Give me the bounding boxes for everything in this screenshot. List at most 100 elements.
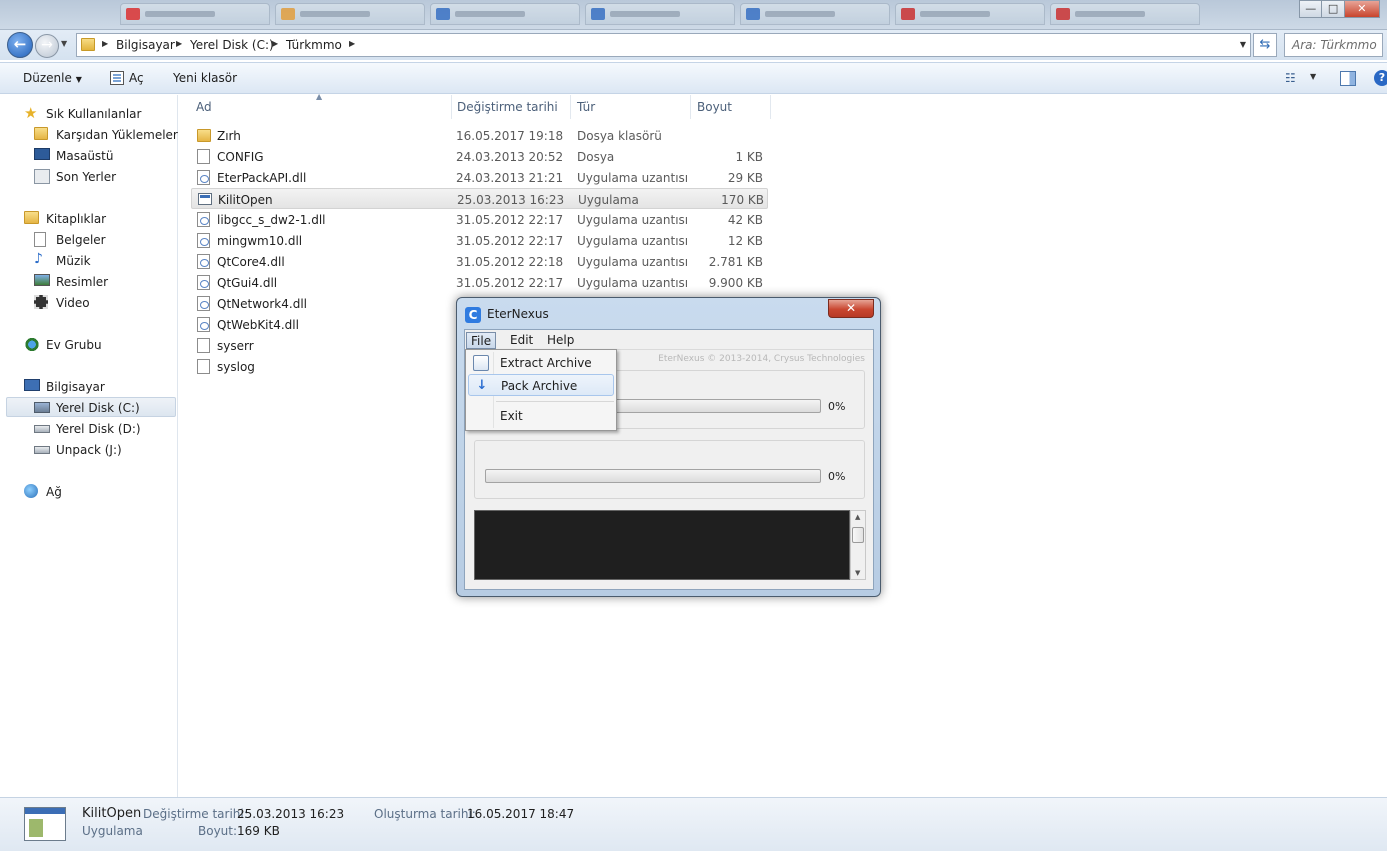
file-name: libgcc_s_dw2-1.dll [217,213,326,227]
search-input[interactable]: Ara: Türkmmo [1284,33,1383,57]
menu-item-extract-archive[interactable]: Extract Archive [468,352,614,374]
nav-music[interactable]: ♪ Müzik [34,251,174,271]
log-console[interactable] [474,510,850,580]
menu-help[interactable]: Help [543,332,578,349]
maximize-button[interactable]: □ [1321,0,1345,18]
address-dropdown-icon[interactable]: ▼ [1240,40,1246,49]
desktop-icon [34,148,50,160]
breadcrumb-arrow-icon[interactable]: ▶ [102,39,108,48]
file-row[interactable]: QtCore4.dll 31.05.2012 22:18 Uygulama uz… [191,251,768,272]
file-row[interactable]: mingwm10.dll 31.05.2012 22:17 Uygulama u… [191,230,768,251]
minimize-button[interactable]: — [1299,0,1323,18]
column-header-size[interactable]: Boyut [692,99,770,121]
menu-edit[interactable]: Edit [506,332,537,349]
background-tab [1050,3,1200,25]
chevron-down-icon: ▼ [75,75,82,84]
file-name: Zırh [217,129,241,143]
address-row: ← → ▼ ▶ Bilgisayar ▶ Yerel Disk (C:) ▶ T… [0,30,1387,60]
eternexus-window: C EterNexus ✕ File Edit Help EterNexus ©… [456,297,881,597]
details-created-label: Oluşturma tarihi: [374,807,476,821]
downloads-folder-icon [34,127,48,140]
nav-pictures[interactable]: Resimler [34,272,174,292]
nav-libraries[interactable]: Kitaplıklar [24,209,174,229]
dll-icon [197,212,210,227]
file-icon [197,149,210,164]
column-divider[interactable] [770,95,771,119]
chevron-down-icon[interactable]: ▼ [1310,72,1316,81]
column-header-type[interactable]: Tür [572,99,690,121]
scroll-down-arrow-icon[interactable]: ▼ [855,569,860,577]
scrollbar-thumb[interactable] [852,527,864,543]
drive-icon [34,446,50,454]
breadcrumb-drive[interactable]: Yerel Disk (C:) [190,38,274,52]
dll-icon [197,170,210,185]
progress-bar-2 [485,469,821,483]
breadcrumb-folder[interactable]: Türkmmo [286,38,342,52]
new-folder-button[interactable]: Yeni klasör [173,71,237,85]
menu-item-pack-archive[interactable]: ↓ Pack Archive [468,374,614,396]
open-icon[interactable] [110,71,124,85]
dll-icon [197,254,210,269]
nav-local-disk-d[interactable]: Yerel Disk (D:) [34,419,174,439]
nav-local-disk-c[interactable]: Yerel Disk (C:) [6,397,176,417]
breadcrumb-computer[interactable]: Bilgisayar [116,38,175,52]
organize-button[interactable]: Düzenle ▼ [23,71,82,85]
recent-pages-dropdown-icon[interactable]: ▼ [61,39,71,51]
column-header-name[interactable]: Ad [191,99,451,121]
menu-file[interactable]: File [466,332,497,349]
file-date: 31.05.2012 22:17 [456,213,564,227]
breadcrumb-arrow-icon[interactable]: ▶ [176,39,182,48]
file-row[interactable]: CONFIG 24.03.2013 20:52 Dosya 1 KB [191,146,768,167]
menu-bar: File Edit Help [465,330,873,350]
nav-videos[interactable]: Video [34,293,174,313]
dialog-close-button[interactable]: ✕ [828,299,874,318]
file-row[interactable]: Zırh 16.05.2017 19:18 Dosya klasörü [191,125,768,146]
file-size: 42 KB [727,213,763,227]
file-row[interactable]: libgcc_s_dw2-1.dll 31.05.2012 22:17 Uygu… [191,209,768,230]
view-options-icon[interactable]: ☷ [1285,71,1301,85]
close-button[interactable]: ✕ [1343,0,1380,18]
background-tab [895,3,1045,25]
file-row[interactable]: EterPackAPI.dll 24.03.2013 21:21 Uygulam… [191,167,768,188]
nav-recent-places[interactable]: Son Yerler [34,167,174,187]
nav-downloads[interactable]: Karşıdan Yüklemeler [34,125,178,145]
console-scrollbar[interactable]: ▲ ▼ [850,510,866,580]
column-header-modified[interactable]: Değiştirme tarihi [452,99,570,121]
dll-icon [197,233,210,248]
details-size-value: 169 KB [237,824,280,838]
file-row[interactable]: QtGui4.dll 31.05.2012 22:17 Uygulama uza… [191,272,768,293]
menu-item-exit[interactable]: Exit [468,405,614,427]
preview-pane-icon[interactable] [1340,71,1356,86]
file-name: syslog [217,360,255,374]
file-date: 24.03.2013 20:52 [456,150,564,164]
nav-computer[interactable]: Bilgisayar [24,377,174,397]
scroll-up-arrow-icon[interactable]: ▲ [855,513,860,521]
back-button[interactable]: ← [7,32,33,58]
breadcrumb-arrow-icon[interactable]: ▶ [349,39,355,48]
forward-button[interactable]: → [35,34,59,58]
column-divider[interactable] [570,95,571,119]
refresh-button[interactable]: ⇆ [1253,33,1277,57]
column-divider[interactable] [690,95,691,119]
video-icon [34,295,48,309]
breadcrumb-arrow-icon[interactable]: ▶ [272,39,278,48]
nav-unpack-j[interactable]: Unpack (J:) [34,440,174,460]
file-date: 31.05.2012 22:17 [456,276,564,290]
nav-homegroup[interactable]: Ev Grubu [24,335,174,355]
navigation-pane: ★ Sık Kullanılanlar Karşıdan Yüklemeler … [0,95,178,797]
progress-group-2: 0% [474,440,865,499]
organize-label: Düzenle [23,71,72,85]
open-button[interactable]: Aç [129,71,144,85]
file-menu-dropdown: Extract Archive ↓ Pack Archive Exit [465,349,617,431]
nav-favorites[interactable]: ★ Sık Kullanılanlar [24,104,174,124]
dll-icon [197,296,210,311]
details-file-name: KilitOpen [82,806,142,821]
libraries-icon [24,211,39,224]
nav-documents[interactable]: Belgeler [34,230,174,250]
nav-desktop[interactable]: Masaüstü [34,146,174,166]
nav-network[interactable]: Ağ [24,482,174,502]
address-bar[interactable]: ▶ Bilgisayar ▶ Yerel Disk (C:) ▶ Türkmmo… [76,33,1251,57]
folder-icon [81,38,95,51]
help-icon[interactable]: ? [1374,70,1387,86]
file-row-selected[interactable]: KilitOpen 25.03.2013 16:23 Uygulama 170 … [191,188,768,209]
